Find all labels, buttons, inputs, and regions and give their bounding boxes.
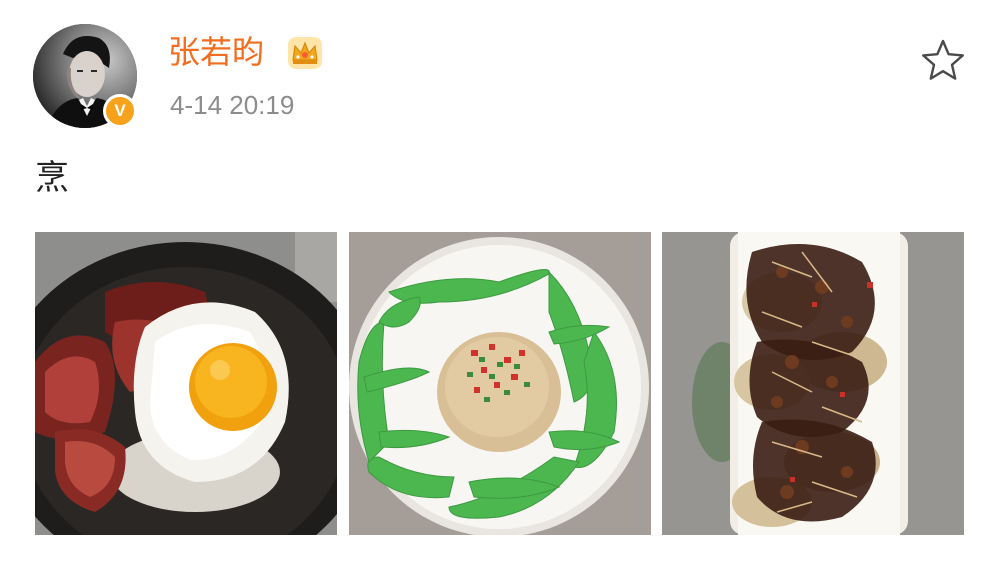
steak-egg-rice-photo[interactable] [35, 232, 337, 535]
author-name[interactable]: 张若昀 [168, 32, 264, 72]
peas-rice-plate-photo[interactable] [349, 232, 651, 535]
post-text: 烹 [35, 158, 69, 198]
star-outline-icon [922, 39, 964, 80]
favorite-button[interactable] [920, 38, 966, 82]
verified-badge-icon: V [103, 94, 137, 128]
crown-icon [288, 37, 322, 69]
post-timestamp: 4-14 20:19 [170, 90, 295, 120]
crispy-fish-platter-photo[interactable] [662, 232, 964, 535]
weibo-post: V 张若昀 4-14 20:19 烹 [0, 0, 1000, 572]
